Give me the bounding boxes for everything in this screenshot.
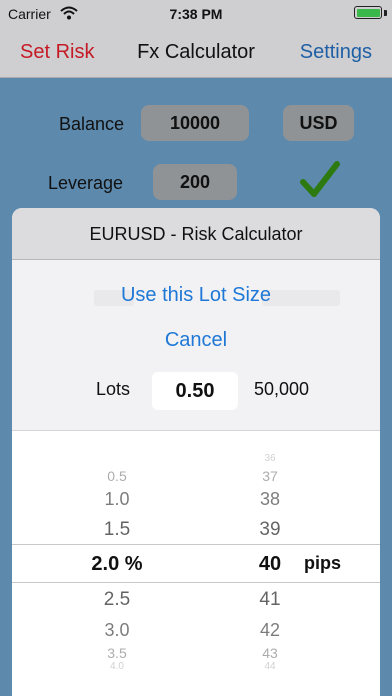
settings-button[interactable]: Settings: [300, 41, 372, 64]
lots-field[interactable]: 0.50: [152, 372, 238, 410]
picker-risk-item[interactable]: 2.5: [72, 589, 162, 611]
currency-button[interactable]: USD: [283, 105, 354, 141]
picker-pips-item[interactable]: 43: [238, 645, 302, 661]
sheet-title: EURUSD - Risk Calculator: [12, 208, 380, 260]
picker-risk-item[interactable]: 1.0: [72, 489, 162, 510]
risk-calculator-sheet: EURUSD - Risk Calculator Use this Lot Si…: [12, 208, 380, 696]
picker-risk-item[interactable]: 3.0: [72, 620, 162, 641]
lots-label: Lots: [96, 379, 131, 399]
balance-field[interactable]: 10000: [141, 105, 249, 141]
picker-pips-item[interactable]: 38: [238, 489, 302, 510]
picker-selection-line: [12, 544, 380, 545]
picker-pips-item[interactable]: 39: [238, 519, 302, 541]
picker-risk-item[interactable]: 1.5: [72, 519, 162, 541]
pips-unit-label: pips: [304, 553, 342, 573]
picker-pips-item[interactable]: 42: [238, 620, 302, 641]
picker-pips-item[interactable]: 37: [238, 468, 302, 484]
picker-pips-selected[interactable]: 40: [238, 553, 302, 576]
picker-risk-item[interactable]: 0.5: [72, 468, 162, 484]
leverage-label: Leverage: [48, 173, 124, 193]
balance-label: Balance: [59, 114, 125, 134]
cancel-button[interactable]: Cancel: [12, 329, 380, 352]
picker-pips-item[interactable]: 44: [238, 661, 302, 672]
picker-selection-line: [12, 582, 380, 583]
battery-tip: [384, 10, 387, 16]
picker-risk-item[interactable]: 4.0: [72, 661, 162, 672]
picker-pips-item[interactable]: 36: [238, 453, 302, 464]
picker-risk-item[interactable]: 3.5: [72, 645, 162, 661]
units-value: 50,000: [254, 379, 310, 399]
set-risk-button[interactable]: Set Risk: [20, 41, 94, 64]
clock-label: 7:38 PM: [169, 6, 223, 22]
picker-risk-selected[interactable]: 2.0 %: [72, 553, 162, 576]
leverage-field[interactable]: 200: [153, 164, 237, 200]
nav-bar: Set Risk Fx Calculator Settings: [0, 28, 392, 78]
status-bar: Carrier 7:38 PM: [0, 0, 392, 28]
use-lot-size-button[interactable]: Use this Lot Size: [12, 284, 380, 307]
battery-icon: [354, 6, 382, 19]
checkmark-icon: [300, 160, 340, 205]
picker-pips-item[interactable]: 41: [238, 589, 302, 611]
